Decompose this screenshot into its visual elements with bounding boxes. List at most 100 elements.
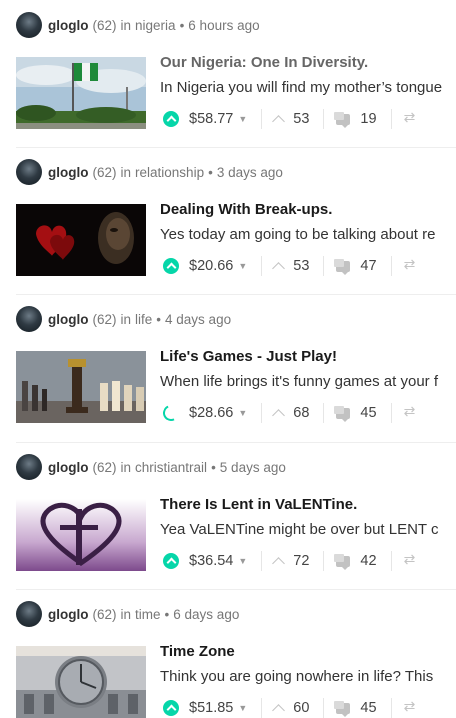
comment-icon[interactable] [334,553,351,570]
post-thumbnail[interactable] [16,499,146,571]
post-time[interactable]: 6 hours ago [188,18,259,33]
payout-value[interactable]: $51.85 [189,700,233,716]
author-name[interactable]: gloglo [48,460,89,475]
comment-icon[interactable] [334,258,351,275]
post-snippet[interactable]: Yea VaLENTine might be over but LENT c [160,521,456,538]
author-avatar[interactable] [16,12,42,38]
vote-count[interactable]: 53 [293,111,309,127]
post-category[interactable]: time [135,607,161,622]
divider [323,698,325,718]
divider [261,256,263,276]
caret-down-icon[interactable]: ▼ [238,408,247,418]
category-prefix: in [120,17,132,33]
post-title[interactable]: Our Nigeria: One In Diversity. [160,54,368,71]
post-category[interactable]: life [135,312,152,327]
post-snippet[interactable]: When life brings it's funny games at you… [160,373,456,390]
vote-count[interactable]: 68 [293,405,309,421]
divider [390,403,392,423]
reblog-icon[interactable] [404,403,418,420]
comment-count[interactable]: 45 [360,700,376,716]
author-name[interactable]: gloglo [48,312,89,327]
separator-dot: • [211,459,216,475]
post-category[interactable]: nigeria [135,18,176,33]
comment-count[interactable]: 42 [360,553,376,569]
reblog-icon[interactable] [404,698,418,715]
caret-down-icon[interactable]: ▼ [238,114,247,124]
comment-icon[interactable] [334,405,351,422]
post-title[interactable]: Dealing With Break-ups. [160,201,332,218]
payout-value[interactable]: $58.77 [189,111,233,127]
vote-count[interactable]: 60 [293,700,309,716]
reblog-icon[interactable] [404,109,418,126]
upvote-icon[interactable] [272,408,286,422]
post-footer: $51.85 ▼ 60 45 [163,696,456,718]
divider [390,256,392,276]
separator-dot: • [156,311,162,327]
post-title[interactable]: Life's Games - Just Play! [160,348,337,365]
post-title[interactable]: There Is Lent in VaLENTine. [160,496,357,513]
payout-value[interactable]: $36.54 [189,553,233,569]
comment-count[interactable]: 19 [360,111,376,127]
post-thumbnail[interactable] [16,646,146,718]
comment-icon[interactable] [334,700,351,717]
post-category[interactable]: relationship [135,165,204,180]
caret-down-icon[interactable]: ▼ [238,703,247,713]
caret-down-icon[interactable]: ▼ [238,556,247,566]
author-avatar[interactable] [16,601,42,627]
author-reputation: (62) [92,164,117,180]
payout-icon [163,553,179,569]
post-card: gloglo (62) in nigeria • 6 hours ago Our… [0,12,456,159]
upvote-icon[interactable] [272,703,286,717]
post-footer: $58.77 ▼ 53 19 [163,107,456,131]
separator-dot: • [208,164,213,180]
post-thumbnail[interactable] [16,57,146,129]
post-thumbnail[interactable] [16,351,146,423]
payout-value[interactable]: $28.66 [189,405,233,421]
post-time[interactable]: 3 days ago [217,165,283,180]
reblog-icon[interactable] [404,256,418,273]
author-avatar[interactable] [16,306,42,332]
post-thumbnail[interactable] [16,204,146,276]
post-footer: $36.54 ▼ 72 42 [163,549,456,573]
comment-count[interactable]: 45 [360,405,376,421]
post-time[interactable]: 6 days ago [173,607,239,622]
post-snippet[interactable]: Think you are going nowhere in life? Thi… [160,668,456,685]
vote-count[interactable]: 53 [293,258,309,274]
category-prefix: in [120,606,132,622]
upvote-icon[interactable] [272,261,286,275]
post-card: gloglo (62) in life • 4 days ago Life's … [0,294,456,453]
payout-value[interactable]: $20.66 [189,258,233,274]
reblog-icon[interactable] [404,551,418,568]
divider [390,109,392,129]
author-avatar[interactable] [16,454,42,480]
post-snippet[interactable]: Yes today am going to be talking about r… [160,226,456,243]
post-footer: $28.66 ▼ 68 45 [160,401,456,425]
post-header: gloglo (62) in christiantrail • 5 days a… [16,454,286,480]
post-title[interactable]: Time Zone [160,643,235,660]
vote-count[interactable]: 72 [293,553,309,569]
clock-tower-thumbnail [16,646,146,718]
post-time[interactable]: 4 days ago [165,312,231,327]
author-name[interactable]: gloglo [48,607,89,622]
post-header: gloglo (62) in nigeria • 6 hours ago [16,12,260,38]
post-card: gloglo (62) in time • 6 days ago Time Zo… [0,589,456,718]
author-avatar[interactable] [16,159,42,185]
divider [323,551,325,571]
post-footer: $20.66 ▼ 53 47 [163,254,456,278]
nigeria-flag-thumbnail [16,57,146,129]
category-prefix: in [120,164,132,180]
post-time[interactable]: 5 days ago [220,460,286,475]
divider [261,551,263,571]
post-snippet[interactable]: In Nigeria you will find my mother’s ton… [160,79,456,96]
post-category[interactable]: christiantrail [135,460,207,475]
category-prefix: in [120,459,132,475]
author-name[interactable]: gloglo [48,18,89,33]
separator-dot: • [179,17,185,33]
upvote-icon[interactable] [272,556,286,570]
divider [323,256,325,276]
author-name[interactable]: gloglo [48,165,89,180]
upvote-icon[interactable] [272,114,286,128]
comment-count[interactable]: 47 [360,258,376,274]
caret-down-icon[interactable]: ▼ [238,261,247,271]
comment-icon[interactable] [334,111,351,128]
